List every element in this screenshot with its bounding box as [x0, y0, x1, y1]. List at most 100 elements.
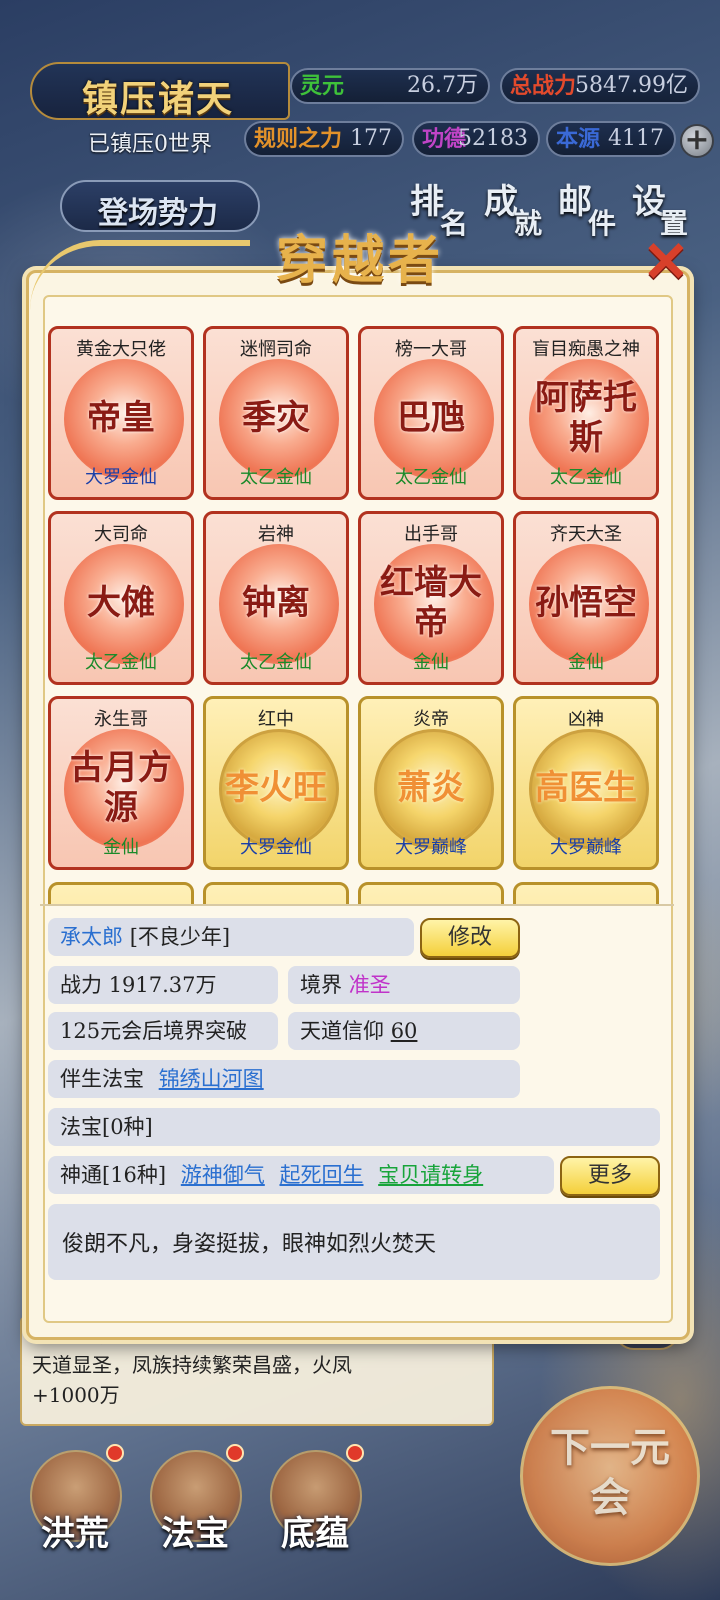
realm-label: 境界 [300, 973, 342, 997]
traveler-card[interactable]: 迷惘司命季灾太乙金仙 [203, 326, 349, 500]
close-icon[interactable]: ✕ [638, 234, 694, 290]
add-resource-button[interactable]: + [680, 124, 714, 158]
traveler-card-partial[interactable] [358, 882, 504, 904]
login-force-label: 登场势力 [98, 196, 218, 231]
resource-rule-power: 规则之力 177 [244, 121, 404, 157]
card-name: 季灾 [242, 398, 310, 438]
notification-dot [106, 1444, 124, 1462]
nav-achievement-button[interactable]: 成 就 [484, 174, 554, 240]
traveler-card-partial[interactable] [203, 882, 349, 904]
traveler-name: 承太郎 [60, 925, 123, 949]
card-rank: 金仙 [413, 652, 449, 673]
card-name: 钟离 [242, 583, 310, 623]
resource-label: 本源 [556, 126, 601, 152]
realm-row: 境界 准圣 [288, 966, 520, 1004]
card-title: 迷惘司命 [240, 339, 312, 360]
traveler-description: 俊朗不凡，身姿挺拔，眼神如烈火焚天 [48, 1204, 660, 1280]
resource-value: 177 [350, 126, 392, 151]
traveler-tag: [不良少年] [129, 925, 231, 949]
card-rank: 太乙金仙 [240, 467, 312, 488]
resource-lingyuan: 灵元 26.7万 [290, 68, 490, 104]
card-title: 大司命 [94, 524, 148, 545]
notification-dot [346, 1444, 364, 1462]
divine-powers-row: 神通[16种] 游神御气 起死回生 宝贝请转身 [48, 1156, 554, 1194]
card-title: 岩神 [258, 524, 294, 545]
treasure-nav-label: 法宝 [161, 1514, 229, 1554]
resource-label: 总战力 [510, 73, 577, 99]
card-rank: 大罗金仙 [240, 837, 312, 858]
companion-treasure-link[interactable]: 锦绣山河图 [159, 1067, 264, 1091]
resource-label: 灵元 [300, 73, 345, 99]
next-era-button[interactable]: 下一元会 [520, 1386, 700, 1566]
resource-value: 4117 [608, 126, 664, 151]
divine-power-link[interactable]: 宝贝请转身 [378, 1163, 483, 1187]
card-name: 红墙大帝 [380, 563, 482, 643]
card-title: 榜一大哥 [395, 339, 467, 360]
faith-label: 天道信仰 [300, 1019, 384, 1043]
suppressed-worlds-text: 已镇压0世界 [88, 132, 212, 157]
card-title: 凶神 [568, 709, 604, 730]
card-rank: 金仙 [568, 652, 604, 673]
card-title: 盲目痴愚之神 [532, 339, 640, 360]
companion-label: 伴生法宝 [60, 1067, 144, 1091]
card-rank: 大罗金仙 [85, 467, 157, 488]
card-rank: 大罗巅峰 [395, 837, 467, 858]
card-name: 阿萨托斯 [535, 378, 637, 458]
power-value: 1917.37万 [108, 973, 217, 997]
card-name: 萧炎 [397, 768, 465, 808]
traveler-card-partial[interactable] [513, 882, 659, 904]
faith-value[interactable]: 60 [391, 1019, 418, 1043]
traveler-card[interactable]: 岩神 钟离 太乙金仙 [203, 511, 349, 685]
power-row: 战力 1917.37万 [48, 966, 278, 1004]
nav-mail-button[interactable]: 邮 件 [558, 174, 628, 240]
card-name: 巴虺 [397, 398, 465, 438]
log-line: 天道显圣，凤族持续繁荣昌盛，火凤 [32, 1353, 352, 1377]
card-name: 李火旺 [225, 768, 327, 808]
divine-power-link[interactable]: 游神御气 [181, 1163, 265, 1187]
divine-power-link[interactable]: 起死回生 [279, 1163, 363, 1187]
card-name: 高医生 [535, 768, 637, 808]
card-name: 大傩 [87, 583, 155, 623]
notification-dot [226, 1444, 244, 1462]
power-label: 战力 [60, 973, 102, 997]
nav-label-sub: 就 [514, 207, 543, 240]
traveler-card[interactable]: 大司命 大傩 太乙金仙 [48, 511, 194, 685]
traveler-card[interactable]: 红中 李火旺 大罗金仙 [203, 696, 349, 870]
traveler-name-row: 承太郎 [不良少年] [48, 918, 414, 956]
card-rank: 大罗巅峰 [550, 837, 622, 858]
faith-row: 天道信仰 60 [288, 1012, 520, 1050]
divider [40, 904, 674, 906]
nav-label: 成 [484, 182, 518, 222]
world-title-banner: 镇压诸天 [30, 62, 290, 120]
card-title: 红中 [258, 709, 294, 730]
traveler-card[interactable]: 黄金大只佬 帝皇 大罗金仙 [48, 326, 194, 500]
heritage-button[interactable]: 底蕴 [260, 1440, 370, 1570]
login-force-button[interactable]: 登场势力 [60, 180, 260, 232]
traveler-card[interactable]: 凶神 高医生 大罗巅峰 [513, 696, 659, 870]
traveler-card[interactable]: 炎帝 萧炎 大罗巅峰 [358, 696, 504, 870]
traveler-card-partial[interactable] [48, 882, 194, 904]
honghuang-button[interactable]: 洪荒 [20, 1440, 130, 1570]
traveler-card-grid[interactable]: 黄金大只佬 帝皇 大罗金仙 迷惘司命季灾太乙金仙 榜一大哥巴虺太乙金仙 盲目痴愚之神阿萨托… [46, 326, 672, 904]
card-rank: 金仙 [103, 837, 139, 858]
card-name: 孙悟空 [535, 583, 637, 623]
edit-name-button[interactable]: 修改 [420, 918, 520, 958]
card-title: 黄金大只佬 [76, 339, 166, 360]
treasure-nav-button[interactable]: 法宝 [140, 1440, 250, 1570]
nav-label-sub: 件 [588, 207, 617, 240]
card-name: 古月方源 [70, 748, 172, 828]
modal-title: 穿越者 [275, 230, 444, 291]
more-powers-button[interactable]: 更多 [560, 1156, 660, 1196]
heritage-label: 底蕴 [281, 1514, 349, 1554]
traveler-card[interactable]: 盲目痴愚之神 阿萨托斯 太乙金仙 [513, 326, 659, 500]
traveler-card[interactable]: 永生哥 古月方源 金仙 [48, 696, 194, 870]
resource-value: 5847.99亿 [575, 73, 688, 98]
traveler-card[interactable]: 榜一大哥 巴虺 太乙金仙 [358, 326, 504, 500]
resource-label: 规则之力 [254, 126, 343, 152]
traveler-card[interactable]: 出手哥 红墙大帝 金仙 [358, 511, 504, 685]
divine-powers-label: 神通[16种] [60, 1163, 167, 1187]
resource-value: 52183 [458, 126, 528, 151]
resource-merit: 功德 52183 [412, 121, 540, 157]
card-title: 永生哥 [94, 709, 148, 730]
traveler-card[interactable]: 齐天大圣 孙悟空 金仙 [513, 511, 659, 685]
